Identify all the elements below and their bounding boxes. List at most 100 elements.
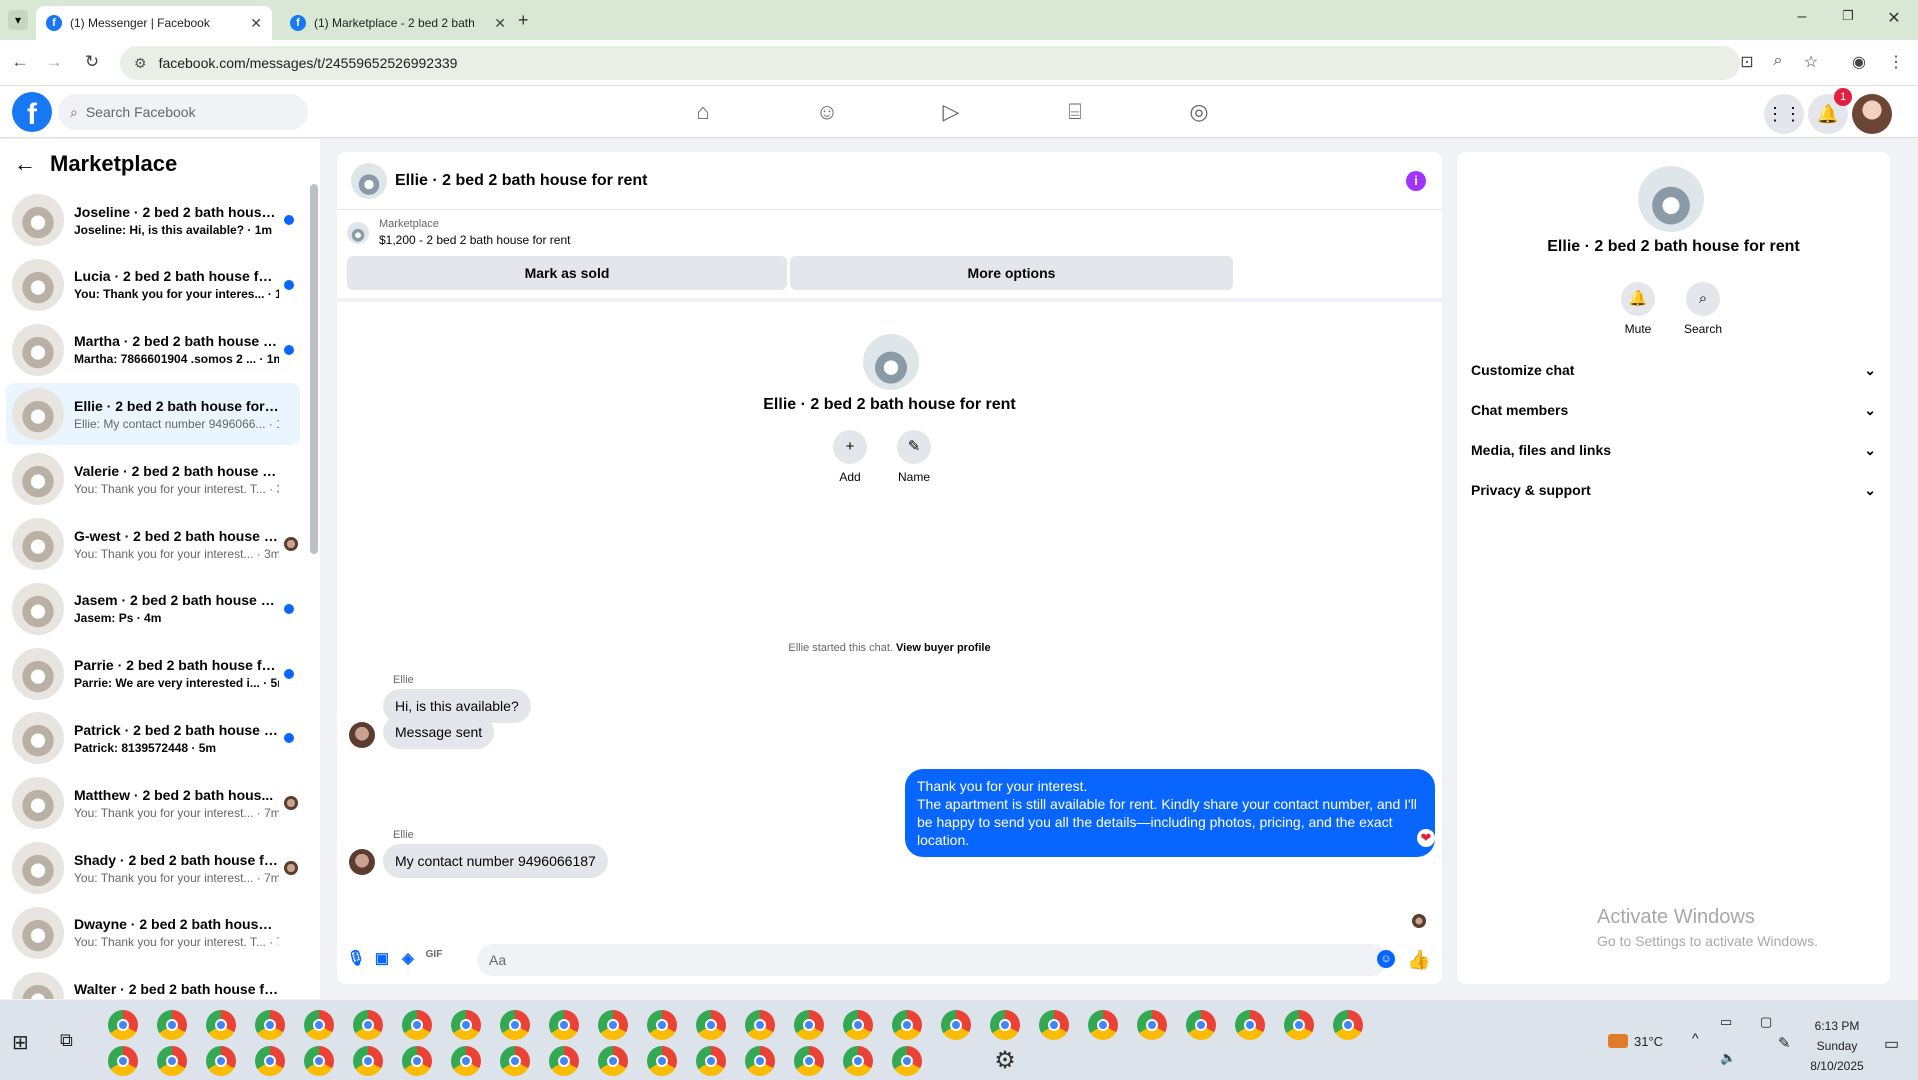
windows-start-icon[interactable]: ⊞ xyxy=(12,1030,29,1055)
chrome-taskbar-icon[interactable] xyxy=(1333,1010,1363,1040)
conversation-item[interactable]: Walter · 2 bed 2 bath house for ...Walte… xyxy=(6,967,300,999)
chrome-taskbar-icon[interactable] xyxy=(304,1010,334,1040)
site-info-icon[interactable]: ⚙ xyxy=(134,55,147,72)
chrome-taskbar-icon[interactable] xyxy=(353,1046,383,1076)
minimize-icon[interactable]: – xyxy=(1782,8,1822,26)
chrome-taskbar-icon[interactable] xyxy=(1088,1010,1118,1040)
gif-icon[interactable]: GIF xyxy=(423,949,445,971)
chrome-taskbar-icon[interactable] xyxy=(353,1010,383,1040)
incoming-message[interactable]: My contact number 9496066187 xyxy=(383,844,608,878)
chrome-taskbar-icon[interactable] xyxy=(843,1046,873,1076)
home-icon[interactable]: ⌂ xyxy=(683,94,723,130)
microphone-icon[interactable]: 🎙 xyxy=(345,949,367,971)
conversation-item[interactable]: Jasem · 2 bed 2 bath house fo... Jasem: P… xyxy=(6,578,300,640)
info-icon[interactable]: i xyxy=(1406,171,1426,191)
chrome-taskbar-icon[interactable] xyxy=(206,1046,236,1076)
chrome-taskbar-icon[interactable] xyxy=(500,1046,530,1076)
restore-icon[interactable]: ❐ xyxy=(1828,8,1868,24)
chrome-taskbar-icon[interactable] xyxy=(598,1010,628,1040)
chrome-taskbar-icon[interactable] xyxy=(549,1046,579,1076)
emoji-icon[interactable]: ☺ xyxy=(1377,950,1395,968)
chat-members-section[interactable]: Chat members ⌄ xyxy=(1471,392,1876,428)
marketplace-icon[interactable]: ⌸ xyxy=(1055,94,1095,130)
account-avatar[interactable] xyxy=(1852,94,1892,134)
chrome-taskbar-icon[interactable] xyxy=(647,1010,677,1040)
friends-icon[interactable]: ☺ xyxy=(807,94,847,130)
settings-gear-icon[interactable]: ⚙ xyxy=(990,1046,1020,1076)
conversation-item[interactable]: Shady · 2 bed 2 bath house fo... You: Tha… xyxy=(6,837,300,899)
conversation-item[interactable]: G-west · 2 bed 2 bath house f... You: Tha… xyxy=(6,513,300,575)
menu-grid-icon[interactable]: ⋮⋮ xyxy=(1764,94,1804,134)
mark-as-sold-button[interactable]: Mark as sold xyxy=(347,256,787,290)
chrome-taskbar-icon[interactable] xyxy=(892,1046,922,1076)
weather-icon[interactable] xyxy=(1608,1034,1628,1048)
menu-kebab-icon[interactable]: ⋮ xyxy=(1884,52,1908,72)
sender-avatar[interactable] xyxy=(349,849,375,875)
chrome-taskbar-icon[interactable] xyxy=(1039,1010,1069,1040)
address-bar[interactable]: ⚙ facebook.com/messages/t/24559652526992… xyxy=(120,46,1740,80)
display-icon[interactable]: ▢ xyxy=(1760,1014,1772,1030)
more-options-button[interactable]: More options xyxy=(790,256,1233,290)
conversation-item[interactable]: Lucia · 2 bed 2 bath house for ... You: T… xyxy=(6,254,300,316)
chrome-taskbar-icon[interactable] xyxy=(647,1046,677,1076)
chrome-taskbar-icon[interactable] xyxy=(402,1046,432,1076)
mute-button[interactable]: 🔔 Mute xyxy=(1608,282,1668,336)
conversation-item[interactable]: Ellie · 2 bed 2 bath house for rent Ellie… xyxy=(6,383,300,446)
chrome-taskbar-icon[interactable] xyxy=(1284,1010,1314,1040)
tab-marketplace[interactable]: f (1) Marketplace - 2 bed 2 bath ✕ xyxy=(280,6,516,40)
facebook-logo-icon[interactable]: f xyxy=(12,92,52,132)
chrome-taskbar-icon[interactable] xyxy=(1235,1010,1265,1040)
chrome-taskbar-icon[interactable] xyxy=(206,1010,236,1040)
meet-now-icon[interactable]: ▭ xyxy=(1720,1014,1732,1030)
listing-summary[interactable]: Marketplace $1,200 - 2 bed 2 bath house … xyxy=(347,218,570,247)
tab-messenger[interactable]: f (1) Messenger | Facebook ✕ xyxy=(36,6,272,40)
chrome-taskbar-icon[interactable] xyxy=(549,1010,579,1040)
message-input[interactable]: Aa xyxy=(477,944,1387,976)
chrome-taskbar-icon[interactable] xyxy=(794,1010,824,1040)
conversation-item[interactable]: Joseline · 2 bed 2 bath house f... Joseli… xyxy=(6,189,300,251)
groups-icon[interactable]: ◎ xyxy=(1179,94,1219,130)
chrome-taskbar-icon[interactable] xyxy=(1186,1010,1216,1040)
clock[interactable]: 6:13 PM Sunday 8/10/2025 xyxy=(1802,1016,1872,1076)
conversation-item[interactable]: Valerie · 2 bed 2 bath house for ... You:… xyxy=(6,448,300,510)
tab-search-chevron-icon[interactable]: ▾ xyxy=(8,10,28,30)
chrome-taskbar-icon[interactable] xyxy=(745,1046,775,1076)
conversation-item[interactable]: Patrick · 2 bed 2 bath house fo... Patric… xyxy=(6,707,300,769)
chrome-taskbar-icon[interactable] xyxy=(402,1010,432,1040)
chrome-taskbar-icon[interactable] xyxy=(157,1046,187,1076)
chrome-taskbar-icon[interactable] xyxy=(108,1046,138,1076)
customize-chat-section[interactable]: Customize chat ⌄ xyxy=(1471,352,1876,388)
chrome-taskbar-icon[interactable] xyxy=(794,1046,824,1076)
search-in-chat-button[interactable]: ⌕ Search xyxy=(1673,282,1733,336)
chrome-taskbar-icon[interactable] xyxy=(304,1046,334,1076)
chrome-taskbar-icon[interactable] xyxy=(892,1010,922,1040)
conversation-item[interactable]: Dwayne · 2 bed 2 bath house fo... You: Th… xyxy=(6,902,300,964)
chrome-taskbar-icon[interactable] xyxy=(451,1010,481,1040)
zoom-icon[interactable]: ⌕ xyxy=(1766,52,1790,70)
pen-icon[interactable]: ✎ xyxy=(1778,1034,1791,1052)
chrome-taskbar-icon[interactable] xyxy=(990,1010,1020,1040)
chevron-up-icon[interactable]: ^ xyxy=(1692,1030,1699,1046)
add-people-button[interactable]: + Add xyxy=(820,430,880,484)
chrome-taskbar-icon[interactable] xyxy=(941,1010,971,1040)
outgoing-message[interactable]: Thank you for your interest. The apartme… xyxy=(905,769,1435,857)
heart-reaction-icon[interactable]: ❤ xyxy=(1417,829,1435,847)
chrome-taskbar-icon[interactable] xyxy=(451,1046,481,1076)
tab-close-icon[interactable]: ✕ xyxy=(250,15,262,32)
facebook-search-input[interactable]: ⌕ Search Facebook xyxy=(58,94,308,130)
view-buyer-profile-link[interactable]: View buyer profile xyxy=(896,642,991,654)
speaker-icon[interactable]: 🔈 xyxy=(1720,1050,1736,1066)
notification-center-icon[interactable]: ▭ xyxy=(1884,1034,1899,1054)
chrome-taskbar-icon[interactable] xyxy=(843,1010,873,1040)
weather-temp[interactable]: 31°C xyxy=(1634,1034,1663,1049)
chrome-taskbar-icon[interactable] xyxy=(598,1046,628,1076)
photo-icon[interactable]: ▣ xyxy=(371,949,393,971)
chrome-taskbar-icon[interactable] xyxy=(1137,1010,1167,1040)
tab-close-icon[interactable]: ✕ xyxy=(494,15,506,32)
profile-icon[interactable]: ◉ xyxy=(1847,52,1871,72)
chrome-taskbar-icon[interactable] xyxy=(696,1010,726,1040)
name-chat-button[interactable]: ✎ Name xyxy=(884,430,944,484)
chrome-taskbar-icon[interactable] xyxy=(696,1046,726,1076)
new-tab-button[interactable]: + xyxy=(518,10,529,31)
sender-avatar[interactable] xyxy=(349,722,375,748)
